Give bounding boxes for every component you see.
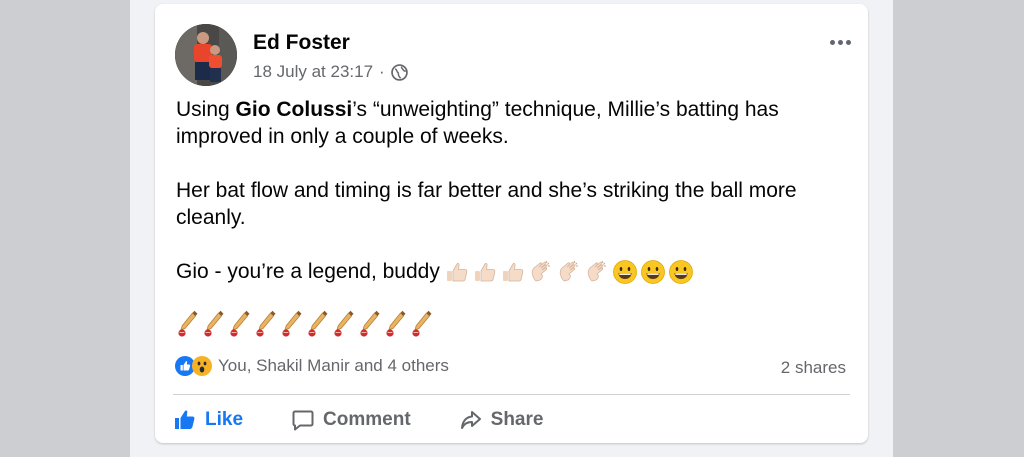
share-arrow-icon [460, 411, 481, 429]
post-paragraph-3: Gio - you’re a legend, buddy [176, 258, 846, 285]
cricket-bat-emoji-icon [228, 310, 252, 338]
grinning-face-emoji-icon [640, 259, 666, 285]
clapping-hands-emoji-icon [584, 259, 610, 285]
post-meta: 18 July at 23:17 · [253, 62, 408, 82]
cricket-bat-emoji-icon [410, 310, 434, 338]
thumbs-up-emoji-icon [472, 259, 498, 285]
tagged-person-link[interactable]: Gio Colussi [236, 98, 353, 121]
cricket-bat-emoji-icon [358, 310, 382, 338]
cricket-bat-emoji-icon [254, 310, 278, 338]
thumbs-up-icon [175, 410, 195, 429]
dot-icon [829, 39, 835, 45]
cricket-bat-emoji-icon [384, 310, 408, 338]
post-paragraph-2: Her bat flow and timing is far better an… [176, 179, 797, 229]
cricket-bat-emoji-icon [306, 310, 330, 338]
dot-icon [845, 39, 851, 45]
emoji-row [444, 259, 694, 285]
wow-reaction-icon [192, 356, 212, 376]
share-button[interactable]: Share [459, 408, 544, 432]
thumbs-up-emoji-icon [500, 259, 526, 285]
comment-icon [292, 410, 314, 431]
cricket-bat-emoji-icon [202, 310, 226, 338]
thumbs-up-emoji-icon [444, 259, 470, 285]
cricket-bat-emoji-icon [280, 310, 304, 338]
divider [173, 394, 850, 395]
comment-label: Comment [323, 409, 411, 430]
post-card: Ed Foster 18 July at 23:17 · Using Gio C… [155, 4, 868, 443]
post-paragraph-1: Using Gio Colussi’s “unweighting” techni… [176, 96, 846, 150]
cricket-bat-emoji-icon [332, 310, 356, 338]
clapping-hands-emoji-icon [528, 259, 554, 285]
clapping-hands-emoji-icon [556, 259, 582, 285]
like-label: Like [205, 409, 244, 430]
globe-icon[interactable] [390, 63, 408, 81]
comment-button[interactable]: Comment [291, 408, 411, 432]
paragraph-prefix: Using [176, 98, 236, 121]
cricket-bats-row [176, 310, 434, 338]
post-actions: Like Comment Share [173, 400, 591, 440]
shares-count[interactable]: 2 shares [781, 358, 846, 378]
meta-separator: · [379, 62, 385, 81]
paragraph-3-text: Gio - you’re a legend, buddy [176, 260, 440, 283]
like-button[interactable]: Like [173, 408, 243, 432]
grinning-face-emoji-icon [612, 259, 638, 285]
reaction-summary[interactable]: You, Shakil Manir and 4 others [218, 356, 449, 376]
author-name[interactable]: Ed Foster [253, 31, 350, 55]
cricket-bat-emoji-icon [176, 310, 200, 338]
reactions-bar[interactable]: You, Shakil Manir and 4 others [175, 356, 449, 376]
post-timestamp[interactable]: 18 July at 23:17 [253, 62, 373, 82]
avatar[interactable] [175, 24, 237, 86]
post-body: Using Gio Colussi’s “unweighting” techni… [176, 96, 846, 285]
dot-icon [837, 39, 843, 45]
grinning-face-emoji-icon [668, 259, 694, 285]
share-label: Share [490, 409, 544, 430]
more-options-button[interactable] [826, 32, 854, 52]
